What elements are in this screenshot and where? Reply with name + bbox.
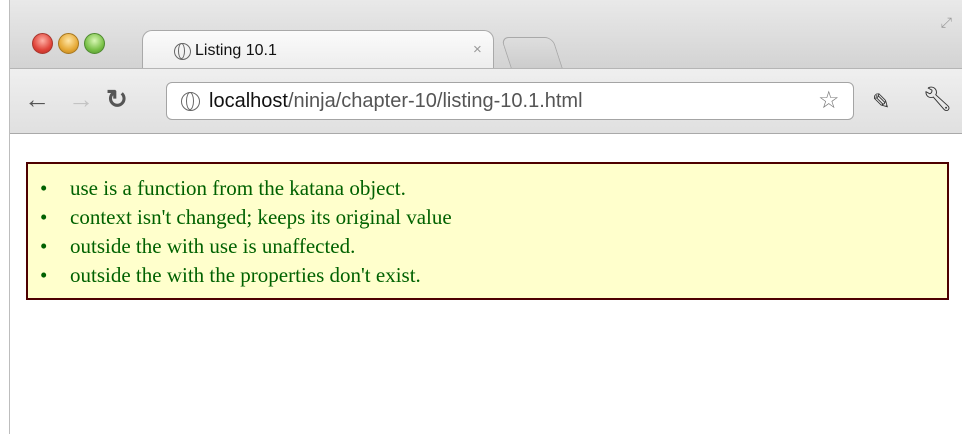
list-item-text: outside the with the properties don't ex… [70, 263, 421, 287]
browser-window: Listing 10.1 × ⤢ ← → ↻ localhost/ninja/c… [10, 0, 962, 434]
maximize-window-button[interactable] [84, 33, 105, 54]
list-item: • outside the with the properties don't e… [40, 263, 421, 287]
reload-icon[interactable]: ↻ [106, 86, 128, 112]
list-item-text: use is a function from the katana object… [70, 176, 406, 200]
arrow-right-icon[interactable]: → [68, 86, 94, 112]
close-window-button[interactable] [32, 33, 53, 54]
list-item-text: outside the with use is unaffected. [70, 234, 356, 258]
list-item: • use is a function from the katana objec… [40, 176, 406, 200]
url-host: localhost [209, 90, 288, 112]
star-icon[interactable]: ☆ [818, 89, 840, 113]
list-item-text: context isn't changed; keeps its origina… [70, 205, 452, 229]
arrow-left-icon[interactable]: ← [24, 86, 50, 112]
url-text: localhost/ninja/chapter-10/listing-10.1.… [209, 90, 583, 113]
tab-title: Listing 10.1 [195, 42, 277, 59]
results-list: • use is a function from the katana objec… [40, 174, 452, 290]
tab-close-icon[interactable]: × [473, 41, 482, 58]
list-item: • outside the with use is unaffected. [40, 234, 356, 258]
globe-icon [181, 91, 200, 111]
results-box: • use is a function from the katana objec… [26, 162, 949, 300]
wrench-icon[interactable]: 🔧︎ [922, 88, 952, 112]
tab-listing[interactable]: Listing 10.1 × [142, 30, 494, 71]
minimize-window-button[interactable] [58, 33, 79, 54]
address-bar[interactable]: localhost/ninja/chapter-10/listing-10.1.… [166, 82, 854, 120]
title-bar: Listing 10.1 × ⤢ [10, 0, 962, 71]
globe-icon [174, 42, 191, 60]
fullscreen-icon[interactable]: ⤢ [941, 14, 952, 31]
list-item: • context isn't changed; keeps its origin… [40, 205, 452, 229]
new-tab-button[interactable] [500, 37, 564, 70]
url-path: /ninja/chapter-10/listing-10.1.html [287, 90, 583, 112]
extension-icon[interactable]: ✎ [872, 90, 890, 114]
toolbar: ← → ↻ localhost/ninja/chapter-10/listing… [10, 68, 962, 134]
